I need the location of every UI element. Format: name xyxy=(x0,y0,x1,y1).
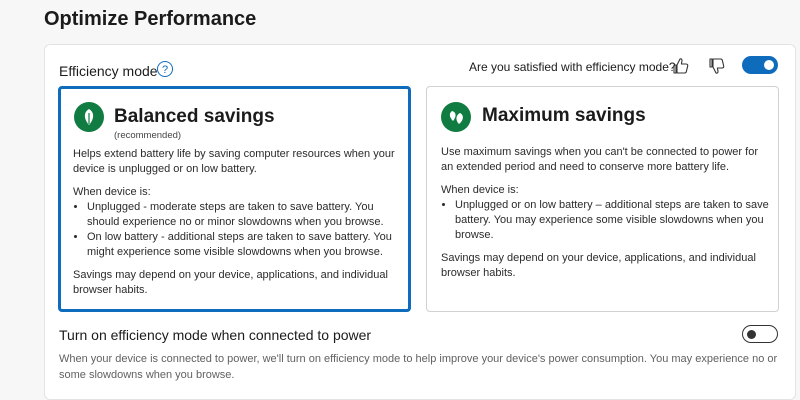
leaf-icon xyxy=(74,102,104,132)
thumbs-up-icon[interactable] xyxy=(671,56,691,76)
maximum-bullets: Unplugged or on low battery – additional… xyxy=(441,198,771,243)
maximum-bullet-unplugged: Unplugged or on low battery – additional… xyxy=(455,198,771,243)
recommended-label: (recommended) xyxy=(114,130,182,141)
leaves-icon xyxy=(441,102,471,132)
maximum-footer: Savings may depend on your device, appli… xyxy=(441,252,756,279)
help-question-icon[interactable]: ? xyxy=(157,61,173,77)
maximum-savings-card[interactable]: Maximum savings Use maximum savings when… xyxy=(426,86,779,312)
efficiency-mode-label: Efficiency mode xyxy=(59,63,158,79)
power-setting-description: When your device is connected to power, … xyxy=(59,353,778,381)
balanced-savings-body: Helps extend battery life by saving comp… xyxy=(73,147,403,306)
maximum-when-label: When device is: xyxy=(441,184,519,196)
balanced-bullet-low-battery: On low battery - additional steps are ta… xyxy=(87,230,403,260)
balanced-bullet-unplugged: Unplugged - moderate steps are taken to … xyxy=(87,200,403,230)
balanced-footer: Savings may depend on your device, appli… xyxy=(73,269,388,296)
balanced-when-label: When device is: xyxy=(73,186,151,198)
power-efficiency-toggle[interactable] xyxy=(742,325,778,343)
balanced-bullets: Unplugged - moderate steps are taken to … xyxy=(73,200,403,260)
balanced-savings-title: Balanced savings xyxy=(114,106,275,127)
maximum-savings-body: Use maximum savings when you can't be co… xyxy=(441,145,771,289)
balanced-description: Helps extend battery life by saving comp… xyxy=(73,148,395,175)
maximum-description: Use maximum savings when you can't be co… xyxy=(441,146,758,173)
power-setting-title: Turn on efficiency mode when connected t… xyxy=(59,327,372,343)
efficiency-mode-toggle[interactable] xyxy=(742,56,778,74)
toggle-knob xyxy=(747,329,756,339)
page-title: Optimize Performance xyxy=(44,8,257,30)
maximum-savings-title: Maximum savings xyxy=(482,105,646,126)
feedback-prompt: Are you satisfied with efficiency mode? xyxy=(469,60,676,74)
balanced-savings-card[interactable]: Balanced savings (recommended) Helps ext… xyxy=(58,86,411,312)
thumbs-down-icon[interactable] xyxy=(707,56,727,76)
toggle-knob xyxy=(764,60,774,70)
